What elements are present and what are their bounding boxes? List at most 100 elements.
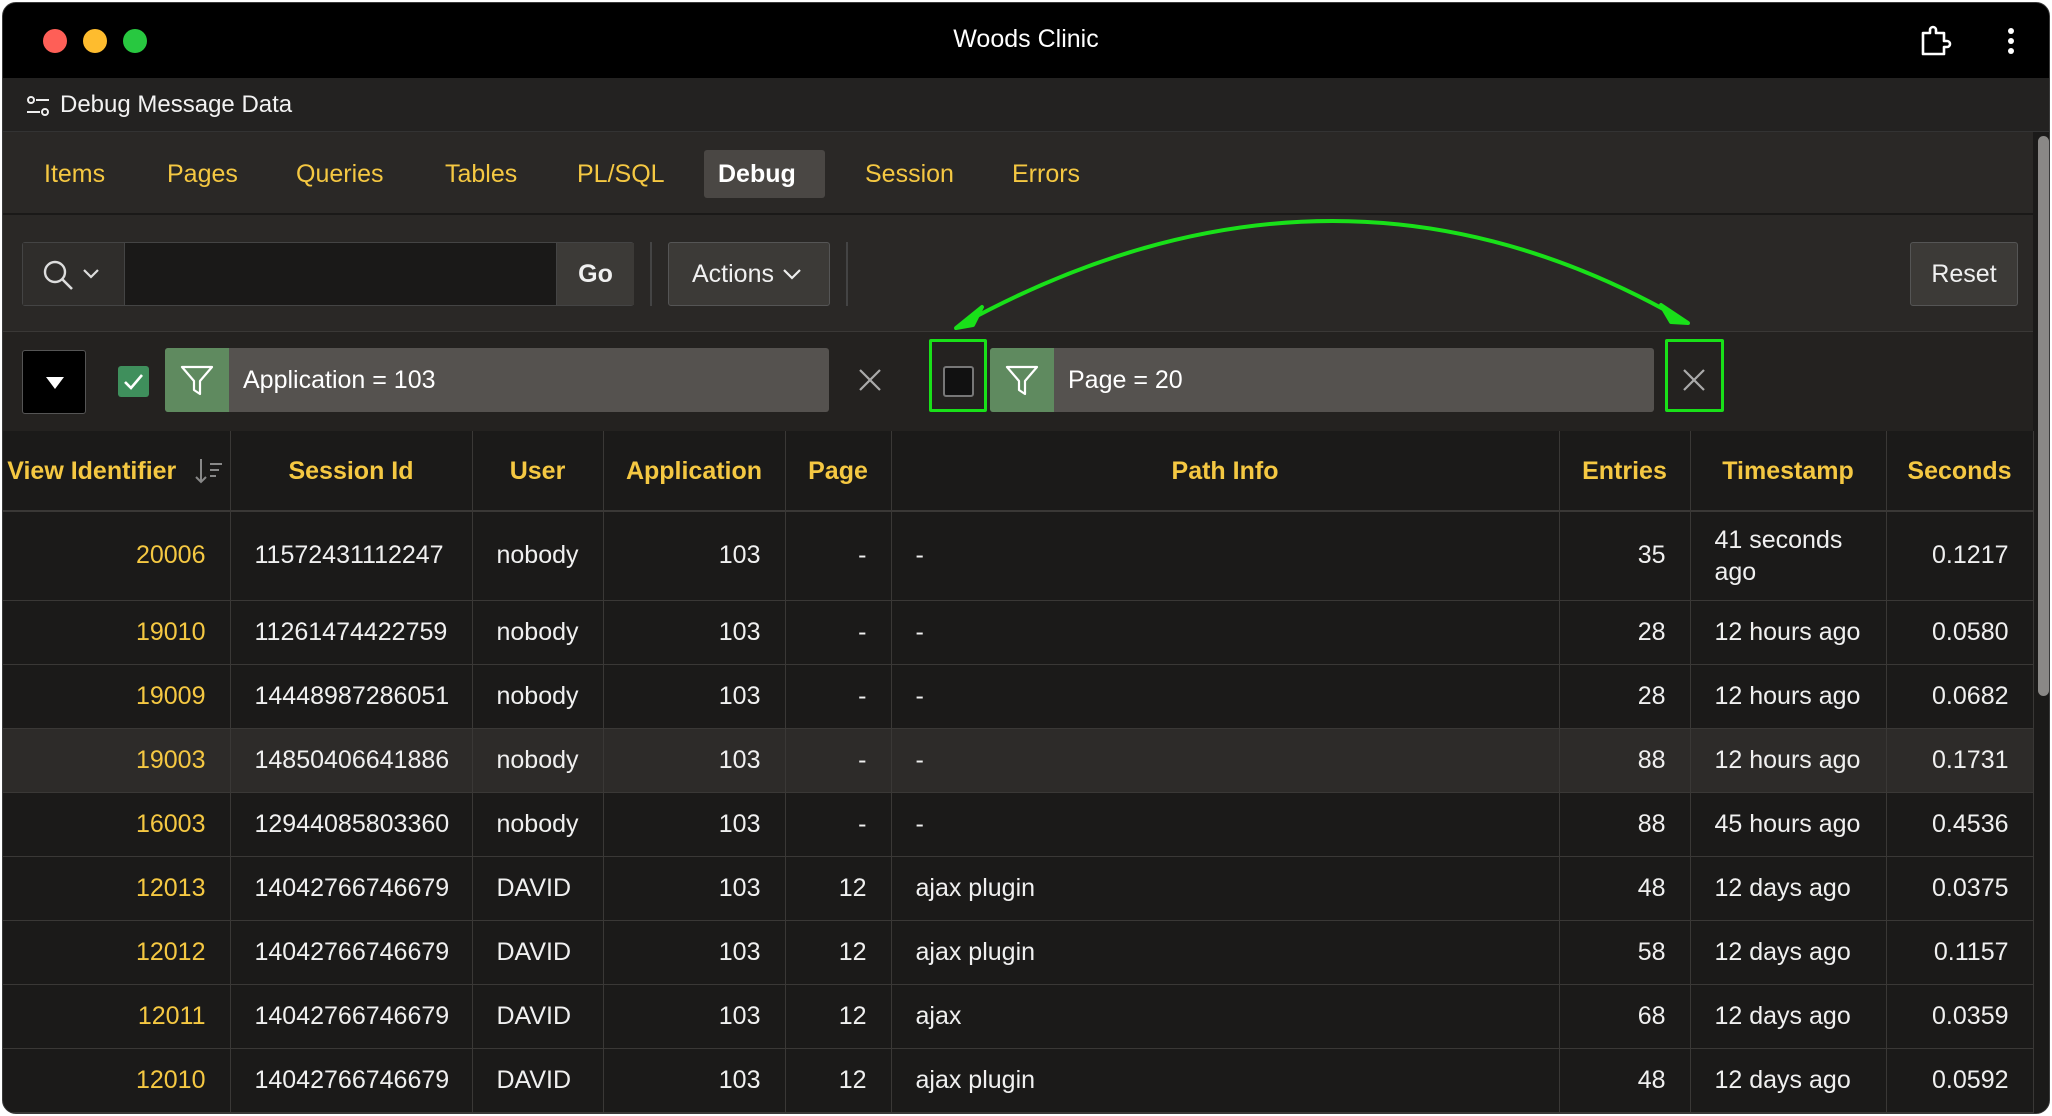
timestamp-cell: 12 days ago <box>1690 856 1887 921</box>
seconds-cell: 0.0375 <box>1886 856 2034 921</box>
checkmark-icon <box>124 374 143 390</box>
search-input[interactable] <box>126 243 556 305</box>
column-header[interactable]: View Identifier <box>3 431 231 512</box>
tab-plsql[interactable]: PL/SQL <box>563 150 679 198</box>
path-info-cell: - <box>891 511 1560 601</box>
tab-pages[interactable]: Pages <box>153 150 252 198</box>
entries-cell: 35 <box>1559 511 1691 601</box>
filter-label: Page = 20 <box>1068 366 1183 394</box>
column-header[interactable]: Entries <box>1559 431 1691 512</box>
session-id-cell: 14042766746679 <box>230 984 473 1049</box>
table-row: 16003 12944085803360 nobody 103 - - 88 4… <box>3 792 2034 857</box>
user-cell: nobody <box>472 600 604 665</box>
user-cell: DAVID <box>472 1048 604 1113</box>
table-row: 12010 14042766746679 DAVID 103 12 ajax p… <box>3 1048 2034 1113</box>
user-cell: nobody <box>472 728 604 793</box>
entries-cell: 48 <box>1559 856 1691 921</box>
application-cell: 103 <box>603 856 786 921</box>
timestamp-cell: 12 hours ago <box>1690 600 1887 665</box>
settings-sliders-icon <box>27 96 49 116</box>
tab-tables[interactable]: Tables <box>431 150 531 198</box>
entries-cell: 28 <box>1559 600 1691 665</box>
application-cell: 103 <box>603 728 786 793</box>
view-id-link[interactable]: 12010 <box>3 1048 231 1113</box>
timestamp-cell: 12 hours ago <box>1690 728 1887 793</box>
entries-cell: 88 <box>1559 728 1691 793</box>
seconds-cell: 0.0682 <box>1886 664 2034 729</box>
more-vert-icon[interactable] <box>1999 23 2023 59</box>
view-id-link[interactable]: 19010 <box>3 600 231 665</box>
user-cell: DAVID <box>472 856 604 921</box>
page-cell: 12 <box>785 920 892 985</box>
collapse-filters-button[interactable] <box>22 350 86 414</box>
table-row: 12012 14042766746679 DAVID 103 12 ajax p… <box>3 920 2034 985</box>
column-header[interactable]: Page <box>785 431 892 512</box>
search-column-button[interactable] <box>23 243 125 305</box>
view-id-link[interactable]: 19003 <box>3 728 231 793</box>
tab-queries[interactable]: Queries <box>282 150 398 198</box>
session-id-cell: 14042766746679 <box>230 920 473 985</box>
reset-button[interactable]: Reset <box>1910 242 2018 306</box>
timestamp-cell: 12 days ago <box>1690 1048 1887 1113</box>
path-info-cell: - <box>891 664 1560 729</box>
column-header[interactable]: User <box>472 431 604 512</box>
column-header[interactable]: Session Id <box>230 431 473 512</box>
close-icon[interactable] <box>855 365 885 395</box>
vertical-scrollbar[interactable] <box>2034 132 2049 1113</box>
search-bar: Go <box>22 242 634 306</box>
application-cell: 103 <box>603 600 786 665</box>
dialog-title: Debug Message Data <box>60 91 293 118</box>
session-id-cell: 14850406641886 <box>230 728 473 793</box>
table-row: 19009 14448987286051 nobody 103 - - 28 1… <box>3 664 2034 729</box>
extension-icon[interactable] <box>1917 23 1953 59</box>
go-button[interactable]: Go <box>556 243 634 305</box>
view-id-link[interactable]: 12011 <box>3 984 231 1049</box>
view-id-link[interactable]: 12012 <box>3 920 231 985</box>
seconds-cell: 0.0592 <box>1886 1048 2034 1113</box>
toolbar-divider <box>846 242 848 306</box>
user-cell: nobody <box>472 664 604 729</box>
filter-pill[interactable]: Application = 103 <box>165 348 829 412</box>
view-id-link[interactable]: 19009 <box>3 664 231 729</box>
seconds-cell: 0.1731 <box>1886 728 2034 793</box>
tab-bar: Items Pages Queries Tables PL/SQL Debug … <box>3 132 2033 215</box>
column-header[interactable]: Seconds <box>1886 431 2034 512</box>
column-header[interactable]: Timestamp <box>1690 431 1887 512</box>
column-header[interactable]: Application <box>603 431 786 512</box>
funnel-icon <box>165 348 229 412</box>
filter-enable-checkbox[interactable] <box>118 366 149 397</box>
user-cell: nobody <box>472 792 604 857</box>
tab-items[interactable]: Items <box>30 150 119 198</box>
session-id-cell: 14042766746679 <box>230 856 473 921</box>
search-icon <box>43 260 73 290</box>
seconds-cell: 0.1157 <box>1886 920 2034 985</box>
tab-errors[interactable]: Errors <box>998 150 1094 198</box>
session-id-cell: 14042766746679 <box>230 1048 473 1113</box>
app-window: Woods Clinic Debug Message Data Items Pa… <box>2 2 2050 1114</box>
column-header-label: View Identifier <box>7 457 177 486</box>
filter-pill[interactable]: Page = 20 <box>990 348 1654 412</box>
session-id-cell: 11261474422759 <box>230 600 473 665</box>
view-id-link[interactable]: 16003 <box>3 792 231 857</box>
timestamp-cell: 12 hours ago <box>1690 664 1887 729</box>
sort-descending-icon <box>195 459 223 484</box>
column-header[interactable]: Path Info <box>891 431 1560 512</box>
scrollbar-thumb[interactable] <box>2038 136 2049 696</box>
view-id-link[interactable]: 12013 <box>3 856 231 921</box>
highlight-box <box>929 339 987 412</box>
user-cell: nobody <box>472 511 604 601</box>
chevron-down-icon <box>83 269 99 279</box>
table-row: 12011 14042766746679 DAVID 103 12 ajax 6… <box>3 984 2034 1049</box>
report-table: View Identifier Session Id User Applicat… <box>3 431 2034 1113</box>
page-cell: - <box>785 792 892 857</box>
table-header-row: View Identifier Session Id User Applicat… <box>3 431 2034 512</box>
entries-cell: 58 <box>1559 920 1691 985</box>
view-id-link[interactable]: 20006 <box>3 511 231 601</box>
session-id-cell: 12944085803360 <box>230 792 473 857</box>
tab-debug[interactable]: Debug <box>704 150 825 198</box>
seconds-cell: 0.1217 <box>1886 511 2034 601</box>
table-row: 19003 14850406641886 nobody 103 - - 88 1… <box>3 728 2034 793</box>
timestamp-cell: 45 hours ago <box>1690 792 1887 857</box>
actions-menu-button[interactable]: Actions <box>668 242 830 306</box>
tab-session[interactable]: Session <box>851 150 968 198</box>
